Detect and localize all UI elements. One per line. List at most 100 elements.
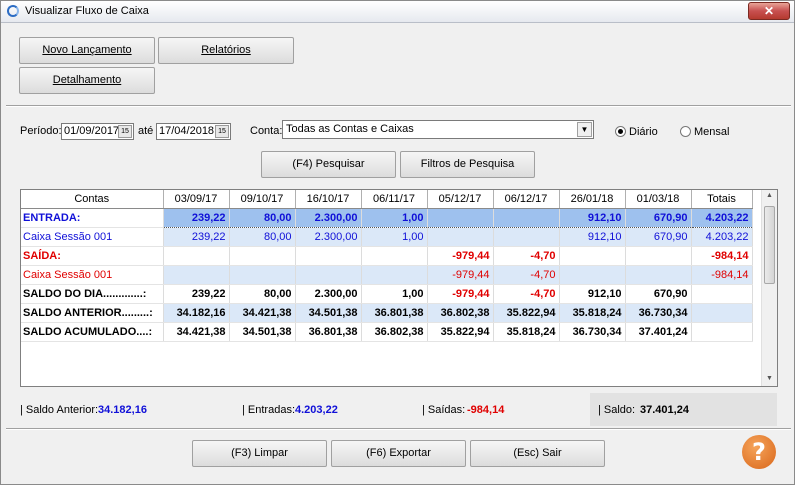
close-button[interactable]: ✕ bbox=[748, 2, 790, 20]
column-header[interactable]: 16/10/17 bbox=[295, 190, 362, 209]
table-cell[interactable] bbox=[559, 246, 626, 266]
row-account-name[interactable]: SALDO DO DIA.............: bbox=[21, 284, 164, 304]
table-cell[interactable] bbox=[295, 246, 362, 266]
table-cell[interactable]: 35.822,94 bbox=[493, 303, 560, 323]
column-header[interactable]: 06/12/17 bbox=[493, 190, 560, 209]
table-cell[interactable]: 912,10 bbox=[559, 227, 626, 247]
table-cell[interactable]: 36.801,38 bbox=[295, 322, 362, 342]
table-cell[interactable]: 239,22 bbox=[163, 207, 230, 228]
scrollbar-thumb[interactable] bbox=[764, 206, 775, 284]
table-cell[interactable]: 2.300,00 bbox=[295, 207, 362, 228]
table-cell[interactable] bbox=[427, 227, 494, 247]
table-cell[interactable]: -4,70 bbox=[493, 246, 560, 266]
help-icon[interactable]: ? bbox=[742, 435, 776, 469]
table-row[interactable]: Caixa Sessão 001 -979,44 -4,70 -984,14 bbox=[21, 265, 753, 285]
table-cell[interactable]: 35.822,94 bbox=[427, 322, 494, 342]
table-cell[interactable]: 4.203,22 bbox=[691, 227, 753, 247]
table-cell[interactable] bbox=[691, 322, 753, 342]
mensal-label[interactable]: Mensal bbox=[694, 126, 729, 138]
table-cell[interactable]: 35.818,24 bbox=[559, 303, 626, 323]
row-account-name[interactable]: SALDO ANTERIOR.........: bbox=[21, 303, 164, 323]
table-cell[interactable]: 239,22 bbox=[163, 227, 230, 247]
row-account-name[interactable]: SALDO ACUMULADO....: bbox=[21, 322, 164, 342]
table-cell[interactable]: 1,00 bbox=[361, 207, 428, 228]
table-cell[interactable]: 34.421,38 bbox=[163, 322, 230, 342]
column-header[interactable]: 06/11/17 bbox=[361, 190, 428, 209]
table-cell[interactable]: -4,70 bbox=[493, 265, 560, 285]
scroll-up-icon[interactable]: ▲ bbox=[766, 192, 773, 199]
table-cell[interactable]: 670,90 bbox=[625, 284, 692, 304]
relatorios-button[interactable]: Relatórios bbox=[158, 37, 294, 64]
table-cell[interactable]: 80,00 bbox=[229, 284, 296, 304]
conta-select[interactable]: Todas as Contas e Caixas ▼ bbox=[282, 120, 594, 139]
table-cell[interactable]: 36.801,38 bbox=[361, 303, 428, 323]
table-cell[interactable]: 36.730,34 bbox=[559, 322, 626, 342]
date-from-field[interactable]: 01/09/2017 15 bbox=[61, 123, 134, 140]
diario-label[interactable]: Diário bbox=[629, 126, 658, 138]
row-account-name[interactable]: Caixa Sessão 001 bbox=[21, 227, 164, 247]
title-bar[interactable]: Visualizar Fluxo de Caixa ✕ bbox=[1, 1, 794, 23]
date-to-field[interactable]: 17/04/2018 15 bbox=[156, 123, 231, 140]
column-header[interactable]: 05/12/17 bbox=[427, 190, 494, 209]
table-cell[interactable]: -4,70 bbox=[493, 284, 560, 304]
table-cell[interactable]: -979,44 bbox=[427, 284, 494, 304]
column-header[interactable]: 09/10/17 bbox=[229, 190, 296, 209]
table-cell[interactable] bbox=[625, 265, 692, 285]
table-row[interactable]: ENTRADA: 239,22 80,00 2.300,00 1,00 912,10 670… bbox=[21, 207, 753, 228]
exportar-button[interactable]: (F6) Exportar bbox=[331, 440, 466, 467]
table-row[interactable]: Caixa Sessão 001 239,22 80,00 2.300,00 1,00 9… bbox=[21, 227, 753, 247]
column-header[interactable]: 03/09/17 bbox=[163, 190, 230, 209]
table-cell[interactable] bbox=[625, 246, 692, 266]
table-cell[interactable]: 239,22 bbox=[163, 284, 230, 304]
table-cell[interactable]: 35.818,24 bbox=[493, 322, 560, 342]
table-cell[interactable] bbox=[163, 265, 230, 285]
table-cell[interactable] bbox=[295, 265, 362, 285]
calendar-icon[interactable]: 15 bbox=[118, 125, 132, 138]
filtros-pesquisa-button[interactable]: Filtros de Pesquisa bbox=[400, 151, 535, 178]
table-cell[interactable] bbox=[361, 246, 428, 266]
column-header[interactable]: Totais bbox=[691, 190, 753, 209]
table-cell[interactable] bbox=[559, 265, 626, 285]
table-cell[interactable]: 912,10 bbox=[559, 284, 626, 304]
row-account-name[interactable]: SAÍDA: bbox=[21, 246, 164, 266]
column-header[interactable]: 01/03/18 bbox=[625, 190, 692, 209]
table-cell[interactable]: -979,44 bbox=[427, 265, 494, 285]
table-cell[interactable]: 34.501,38 bbox=[295, 303, 362, 323]
table-cell[interactable]: 34.421,38 bbox=[229, 303, 296, 323]
calendar-icon[interactable]: 15 bbox=[215, 125, 229, 138]
table-row[interactable]: SALDO ACUMULADO....: 34.421,38 34.501,38 36… bbox=[21, 322, 753, 342]
table-cell[interactable]: -984,14 bbox=[691, 246, 753, 266]
table-cell[interactable]: 80,00 bbox=[229, 227, 296, 247]
table-cell[interactable]: 34.501,38 bbox=[229, 322, 296, 342]
radio-mensal[interactable] bbox=[680, 126, 691, 137]
table-cell[interactable]: 36.802,38 bbox=[427, 303, 494, 323]
table-cell[interactable]: 36.730,34 bbox=[625, 303, 692, 323]
row-account-name[interactable]: Caixa Sessão 001 bbox=[21, 265, 164, 285]
detalhamento-button[interactable]: Detalhamento bbox=[19, 67, 155, 94]
table-cell[interactable]: 37.401,24 bbox=[625, 322, 692, 342]
radio-diario[interactable] bbox=[615, 126, 626, 137]
table-cell[interactable]: 670,90 bbox=[625, 207, 692, 228]
table-cell[interactable]: 670,90 bbox=[625, 227, 692, 247]
table-cell[interactable] bbox=[493, 227, 560, 247]
column-header-contas[interactable]: Contas bbox=[21, 190, 164, 209]
sair-button[interactable]: (Esc) Sair bbox=[470, 440, 605, 467]
cash-flow-grid[interactable]: Contas 03/09/17 09/10/17 16/10/17 06/11/17 05… bbox=[20, 189, 778, 387]
vertical-scrollbar[interactable]: ▲ ▼ bbox=[761, 190, 777, 386]
table-cell[interactable] bbox=[229, 265, 296, 285]
table-cell[interactable]: 34.182,16 bbox=[163, 303, 230, 323]
table-cell[interactable]: 1,00 bbox=[361, 284, 428, 304]
table-cell[interactable]: -984,14 bbox=[691, 265, 753, 285]
table-cell[interactable]: -979,44 bbox=[427, 246, 494, 266]
table-cell[interactable] bbox=[427, 207, 494, 228]
table-cell[interactable] bbox=[691, 303, 753, 323]
table-cell[interactable] bbox=[229, 246, 296, 266]
limpar-button[interactable]: (F3) Limpar bbox=[192, 440, 327, 467]
scroll-down-icon[interactable]: ▼ bbox=[766, 375, 773, 382]
pesquisar-button[interactable]: (F4) Pesquisar bbox=[261, 151, 396, 178]
table-cell[interactable] bbox=[691, 284, 753, 304]
column-header[interactable]: 26/01/18 bbox=[559, 190, 626, 209]
table-row[interactable]: SALDO DO DIA.............: 239,22 80,00 2.3… bbox=[21, 284, 753, 304]
table-cell[interactable] bbox=[163, 246, 230, 266]
table-cell[interactable]: 80,00 bbox=[229, 207, 296, 228]
